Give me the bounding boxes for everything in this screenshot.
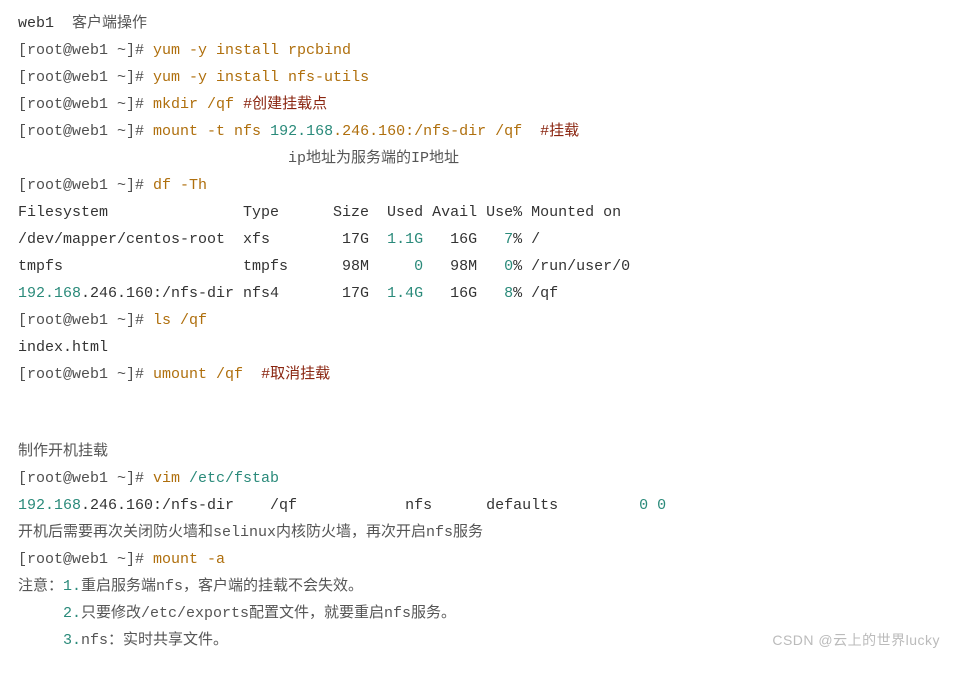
num: 0 [414,258,423,275]
prompt: [root@web1 ~]# [18,551,153,568]
path: .246.160:/nfs-dir /qf [333,123,540,140]
line-cmd: [root@web1 ~]# yum -y install rpcbind [18,37,936,64]
note-item: 2.只要修改/etc/exports配置文件，就要重启nfs服务。 [18,600,936,627]
command: ls [153,312,180,329]
prompt: [root@web1 ~]# [18,69,153,86]
text: % / [513,231,540,248]
text: 客户端操作 [54,15,147,32]
line-cmd: [root@web1 ~]# umount /qf #取消挂载 [18,361,936,388]
command: df -Th [153,177,207,194]
prompt: [root@web1 ~]# [18,312,153,329]
df-header: Filesystem Type Size Used Avail Use% Mou… [18,199,936,226]
line-cmd: [root@web1 ~]# df -Th [18,172,936,199]
text: 16G [423,231,504,248]
comment: #创建挂载点 [243,96,327,113]
command: yum -y install rpcbind [153,42,351,59]
prompt: [root@web1 ~]# [18,177,153,194]
comment: #挂载 [540,123,579,140]
num: 1. [63,578,81,595]
line-cmd: [root@web1 ~]# mount -t nfs 192.168.246.… [18,118,936,145]
note-item: 注意：1.重启服务端nfs，客户端的挂载不会失效。 [18,573,936,600]
text: 重启服务端nfs，客户端的挂载不会失效。 [81,578,363,595]
text: tmpfs tmpfs 98M [18,258,414,275]
command: mkdir [153,96,207,113]
text: nfs：实时共享文件。 [81,632,228,649]
num: 2. [63,605,81,622]
watermark: CSDN @云上的世界lucky [772,627,940,654]
spacer [18,150,288,167]
command: umount /qf [153,366,261,383]
ip: 192.168 [18,497,81,514]
num: 1.1G [387,231,423,248]
text: 98M [423,258,504,275]
command: mount -t nfs [153,123,270,140]
text: web1 [18,15,54,32]
num: 3. [63,632,81,649]
num: 1.4G [387,285,423,302]
command: mount -a [153,551,225,568]
spacer [18,605,63,622]
df-row: 192.168.246.160:/nfs-dir nfs4 17G 1.4G 1… [18,280,936,307]
line-header: web1 客户端操作 [18,10,936,37]
num: 7 [504,231,513,248]
path: /qf [180,312,207,329]
df-row: tmpfs tmpfs 98M 0 98M 0% /run/user/0 [18,253,936,280]
spacer [18,632,63,649]
text: 16G [423,285,504,302]
comment: #取消挂载 [261,366,330,383]
text: 注意： [18,578,63,595]
prompt: [root@web1 ~]# [18,96,153,113]
fstab-line: 192.168.246.160:/nfs-dir /qf nfs default… [18,492,936,519]
line-cmd: [root@web1 ~]# ls /qf [18,307,936,334]
text: % /qf [513,285,558,302]
prompt: [root@web1 ~]# [18,366,153,383]
line-cmd: [root@web1 ~]# mount -a [18,546,936,573]
ip: 192.168 [270,123,333,140]
num: 0 [639,497,648,514]
blank-gap [18,388,936,438]
line-cmd: [root@web1 ~]# vim /etc/fstab [18,465,936,492]
text: 只要修改/etc/exports配置文件，就要重启nfs服务。 [81,605,456,622]
note-line: 开机后需要再次关闭防火墙和selinux内核防火墙，再次开启nfs服务 [18,519,936,546]
ip: 192.168 [18,285,81,302]
prompt: [root@web1 ~]# [18,42,153,59]
text: .246.160:/nfs-dir nfs4 17G [81,285,387,302]
path: /etc/fstab [189,470,279,487]
df-row: /dev/mapper/centos-root xfs 17G 1.1G 16G… [18,226,936,253]
line-cmd: [root@web1 ~]# mkdir /qf #创建挂载点 [18,91,936,118]
text: /dev/mapper/centos-root xfs 17G [18,231,387,248]
note: ip地址为服务端的IP地址 [288,150,459,167]
line-cmd: [root@web1 ~]# yum -y install nfs-utils [18,64,936,91]
num: 0 [504,258,513,275]
prompt: [root@web1 ~]# [18,123,153,140]
command: yum -y install nfs-utils [153,69,369,86]
text: .246.160:/nfs-dir /qf nfs defaults [81,497,639,514]
num: 8 [504,285,513,302]
command: vim [153,470,189,487]
text: % /run/user/0 [513,258,630,275]
line-note: ip地址为服务端的IP地址 [18,145,936,172]
prompt: [root@web1 ~]# [18,470,153,487]
path: /qf [207,96,243,113]
section-header: 制作开机挂载 [18,438,936,465]
text [648,497,657,514]
ls-output: index.html [18,334,936,361]
num: 0 [657,497,666,514]
